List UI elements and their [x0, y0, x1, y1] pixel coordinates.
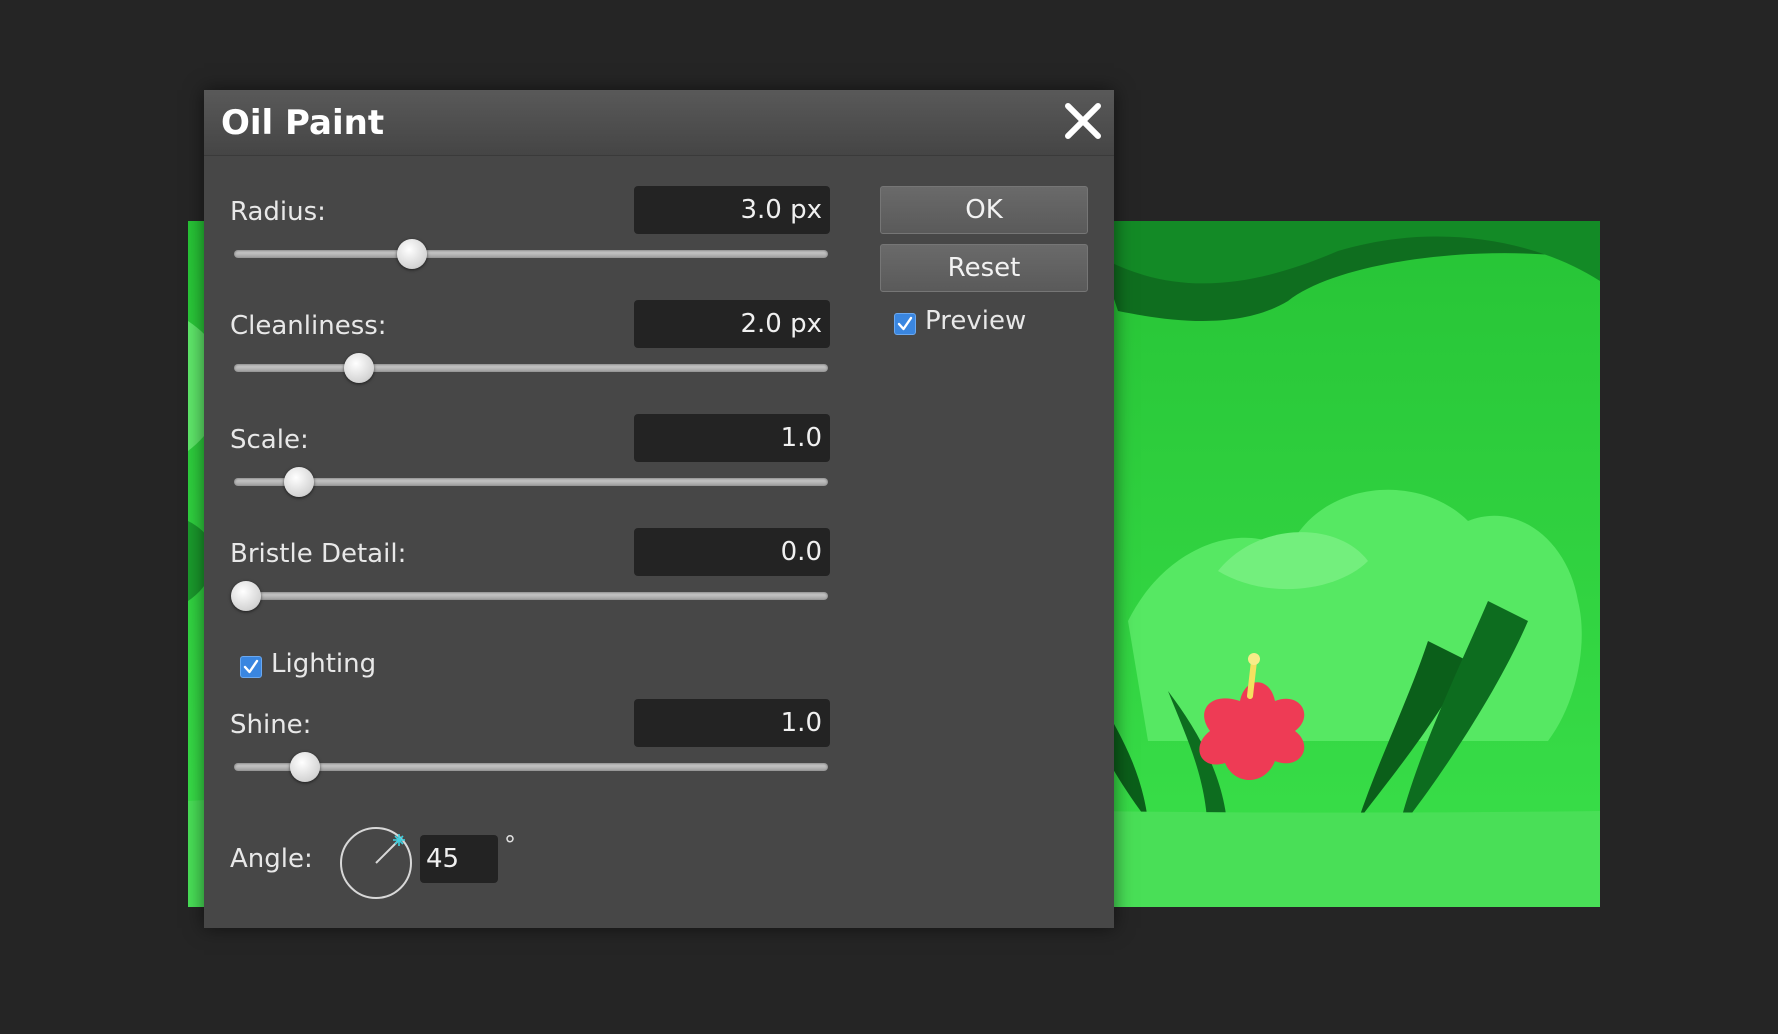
scale-slider-thumb[interactable]	[284, 467, 314, 497]
checkmark-icon	[897, 316, 913, 331]
checkmark-icon	[243, 659, 259, 674]
radius-slider[interactable]	[234, 239, 828, 269]
degree-unit: °	[504, 831, 516, 859]
scale-slider[interactable]	[234, 467, 828, 497]
lighting-label[interactable]: Lighting	[271, 647, 376, 681]
shine-label: Shine:	[230, 710, 312, 740]
cleanliness-input[interactable]: 2.0 px	[634, 300, 830, 348]
scale-label: Scale:	[230, 425, 309, 455]
shine-slider-thumb[interactable]	[290, 752, 320, 782]
angle-dial[interactable]	[338, 825, 414, 901]
scale-input[interactable]: 1.0	[634, 414, 830, 462]
angle-label: Angle:	[230, 844, 313, 874]
radius-slider-track[interactable]	[234, 250, 828, 258]
shine-input[interactable]: 1.0	[634, 699, 830, 747]
oil-paint-dialog: Oil Paint Radius: 3.0 px Cleanliness: 2.…	[204, 90, 1114, 928]
angle-input[interactable]: 45	[420, 835, 498, 883]
shine-slider[interactable]	[234, 752, 828, 782]
close-icon[interactable]	[1062, 100, 1104, 142]
ok-button[interactable]: OK	[880, 186, 1088, 234]
radius-input[interactable]: 3.0 px	[634, 186, 830, 234]
cleanliness-slider[interactable]	[234, 353, 828, 383]
cleanliness-slider-track[interactable]	[234, 364, 828, 372]
dialog-title: Oil Paint	[221, 103, 385, 143]
radius-slider-thumb[interactable]	[397, 239, 427, 269]
bristle-detail-slider-track[interactable]	[234, 592, 828, 600]
bristle-detail-input[interactable]: 0.0	[634, 528, 830, 576]
scale-slider-track[interactable]	[234, 478, 828, 486]
bristle-detail-slider[interactable]	[231, 581, 828, 611]
cleanliness-slider-thumb[interactable]	[344, 353, 374, 383]
shine-slider-track[interactable]	[234, 763, 828, 771]
reset-button[interactable]: Reset	[880, 244, 1088, 292]
dialog-titlebar[interactable]: Oil Paint	[204, 90, 1114, 156]
bristle-detail-label: Bristle Detail:	[230, 539, 407, 569]
lighting-checkbox[interactable]	[240, 656, 262, 678]
bristle-detail-slider-thumb[interactable]	[231, 581, 261, 611]
cleanliness-label: Cleanliness:	[230, 311, 387, 341]
preview-checkbox[interactable]	[894, 313, 916, 335]
radius-label: Radius:	[230, 197, 326, 227]
preview-label[interactable]: Preview	[925, 304, 1026, 338]
